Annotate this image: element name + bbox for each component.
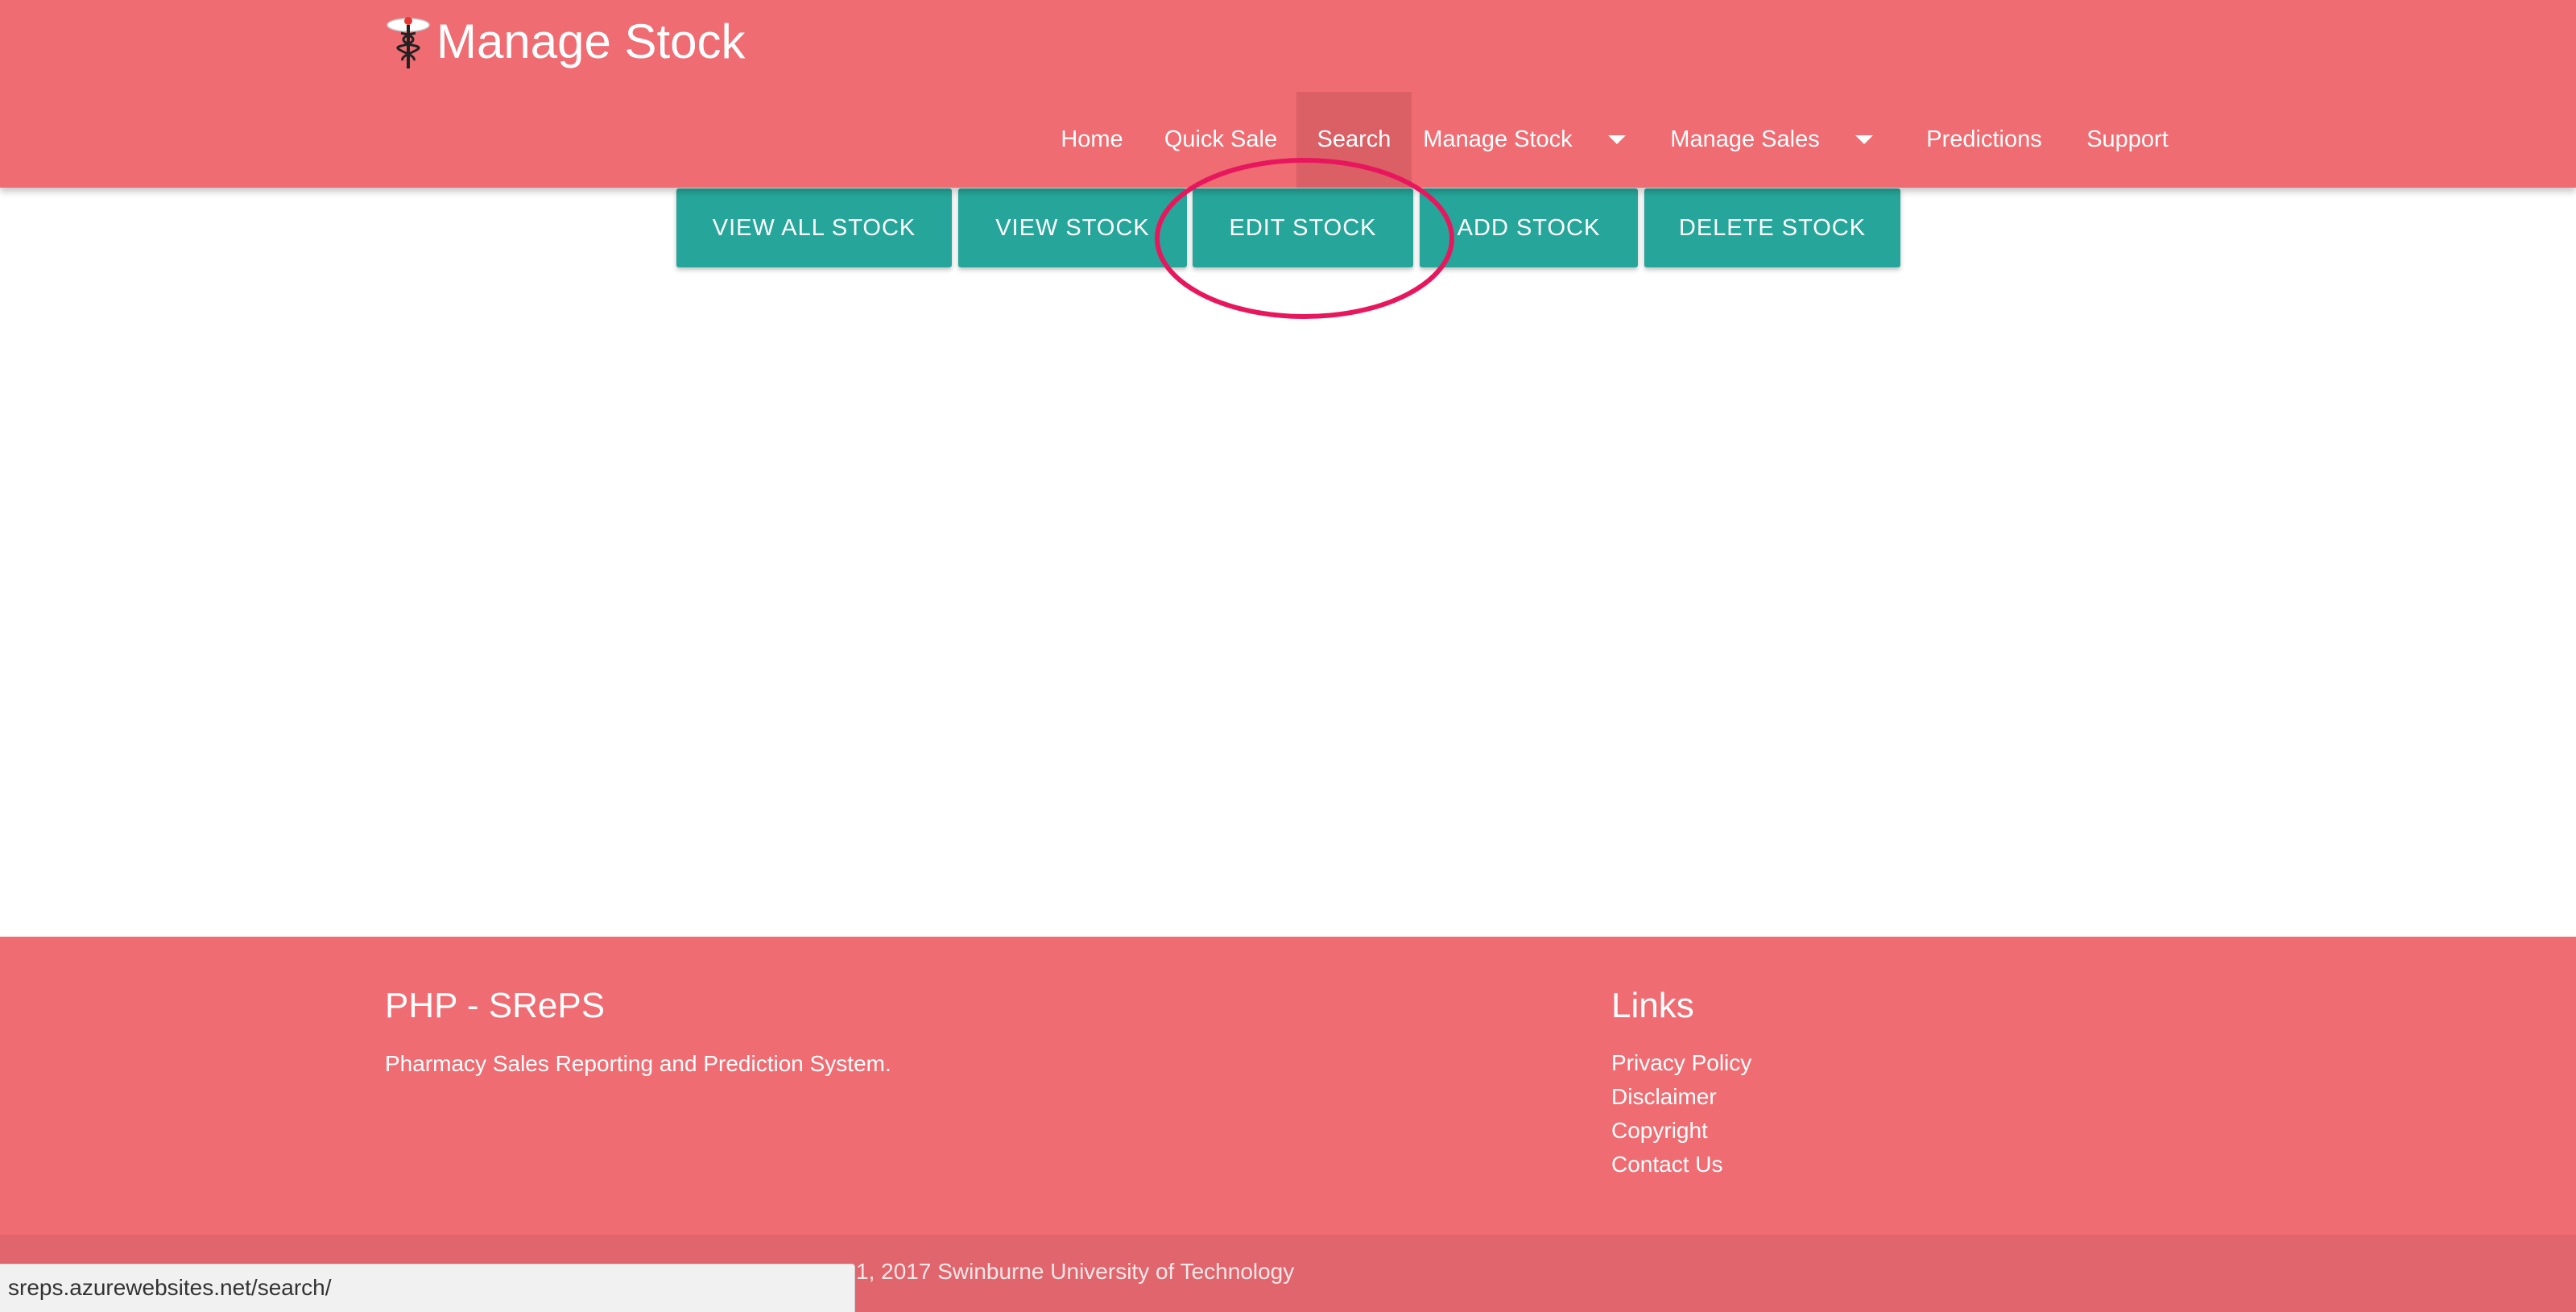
nav-home[interactable]: Home: [1039, 92, 1145, 188]
caduceus-icon: [387, 17, 430, 68]
footer-description: Pharmacy Sales Reporting and Prediction …: [385, 1051, 891, 1076]
edit-stock-button[interactable]: EDIT STOCK: [1193, 188, 1413, 267]
nav-manage-stock[interactable]: Manage Stock: [1412, 92, 1637, 188]
dropdown-arrow-icon: [1854, 135, 1873, 144]
footer-links-heading: Links: [1611, 986, 1694, 1025]
nav-manage-stock-label: Manage Stock: [1423, 126, 1573, 152]
nav-predictions-label: Predictions: [1926, 126, 2042, 152]
page-title: Manage Stock: [436, 14, 746, 68]
footer-link-contact-us[interactable]: Contact Us: [1611, 1148, 1751, 1182]
top-navbar: Manage Stock Home Quick Sale Search Mana…: [0, 0, 2576, 188]
view-stock-button[interactable]: VIEW STOCK: [958, 188, 1187, 267]
nav-manage-sales[interactable]: Manage Sales: [1659, 92, 1884, 188]
browser-status-bar: sreps.azurewebsites.net/search/: [0, 1264, 855, 1312]
nav-home-label: Home: [1061, 126, 1123, 152]
nav-quick-sale[interactable]: Quick Sale: [1145, 92, 1296, 188]
nav-search-label: Search: [1317, 126, 1391, 152]
delete-stock-button[interactable]: DELETE STOCK: [1644, 188, 1900, 267]
copyright-text: 1, 2017 Swinburne University of Technolo…: [856, 1259, 1295, 1284]
main-nav: Home Quick Sale Search Manage Stock Mana…: [0, 92, 2576, 188]
nav-predictions[interactable]: Predictions: [1904, 92, 2065, 188]
nav-manage-sales-label: Manage Sales: [1670, 126, 1820, 152]
nav-support-label: Support: [2086, 126, 2169, 152]
footer-links: Privacy Policy Disclaimer Copyright Cont…: [1611, 1046, 1751, 1182]
brand[interactable]: Manage Stock: [385, 10, 746, 74]
dropdown-arrow-icon: [1607, 135, 1626, 144]
status-url: sreps.azurewebsites.net/search/: [8, 1275, 332, 1300]
view-all-stock-button[interactable]: VIEW ALL STOCK: [676, 188, 952, 267]
footer-link-disclaimer[interactable]: Disclaimer: [1611, 1080, 1751, 1114]
footer-heading: PHP - SRePS: [385, 986, 606, 1025]
nav-support[interactable]: Support: [2065, 92, 2190, 188]
footer-link-copyright[interactable]: Copyright: [1611, 1114, 1751, 1148]
footer-link-privacy-policy[interactable]: Privacy Policy: [1611, 1046, 1751, 1080]
add-stock-button[interactable]: ADD STOCK: [1420, 188, 1638, 267]
nav-quick-sale-label: Quick Sale: [1164, 126, 1278, 152]
nav-search[interactable]: Search: [1296, 92, 1412, 188]
